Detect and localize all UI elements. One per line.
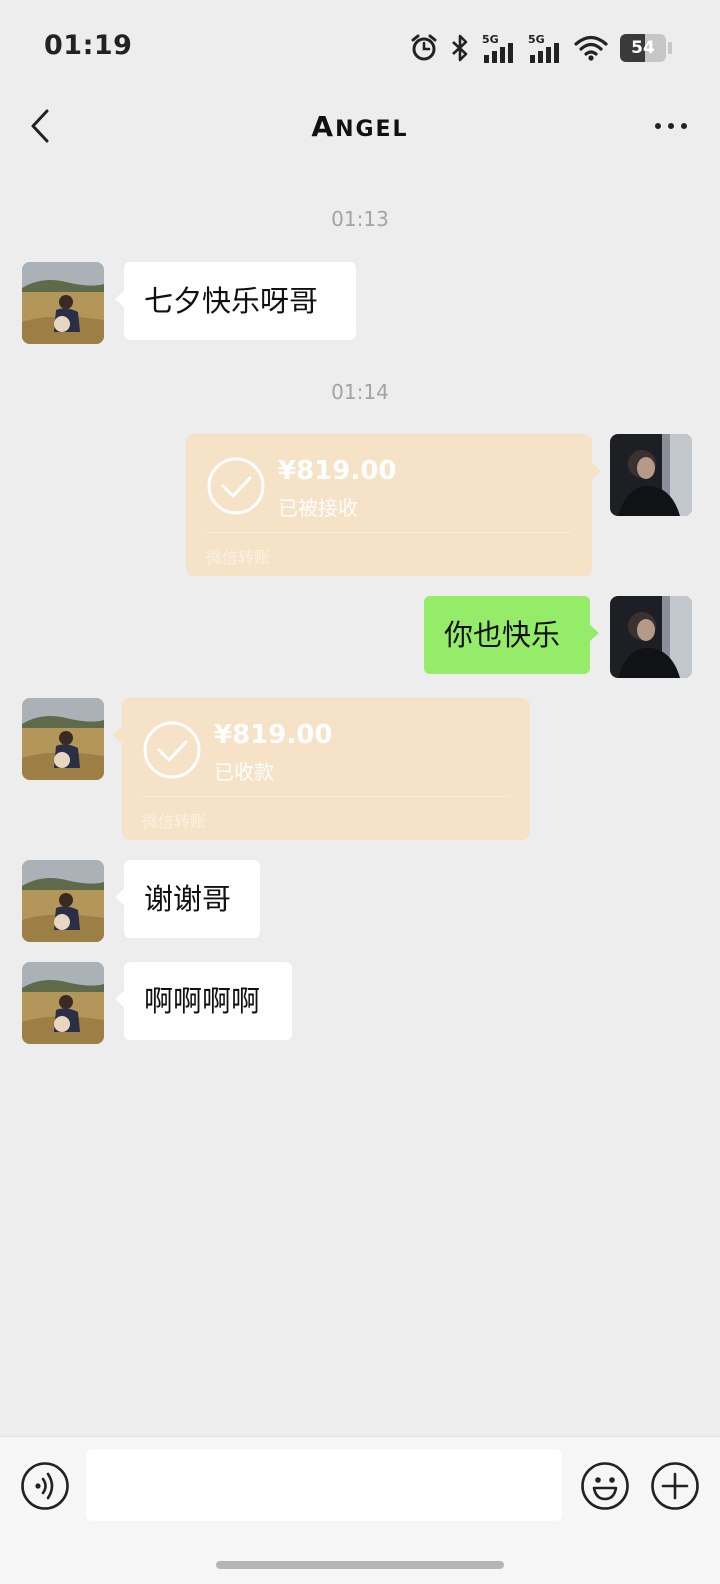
avatar-contact[interactable] [22, 860, 104, 942]
more-button[interactable] [646, 106, 696, 146]
wifi-icon [574, 35, 608, 61]
chat-title-initial: A [311, 110, 336, 143]
transfer-status: 已收款 [214, 760, 274, 784]
message-text: 啊啊啊啊 [144, 983, 261, 1018]
timestamp: 01:14 [331, 380, 389, 404]
signal-5g-icon: 5G [528, 33, 559, 63]
transfer-divider [142, 796, 510, 797]
message-bubble[interactable]: 七夕快乐呀哥 [115, 262, 356, 340]
avatar-contact-image [22, 698, 104, 780]
bubble-tail [115, 290, 125, 308]
plus-icon[interactable] [650, 1461, 700, 1511]
avatar-contact[interactable] [22, 698, 104, 780]
bubble-tail [591, 462, 601, 480]
bubble-tail [589, 624, 599, 642]
avatar-self-image [610, 596, 692, 678]
avatar-contact-image [22, 262, 104, 344]
message-text: 谢谢哥 [144, 881, 232, 916]
check-circle-icon [143, 721, 201, 779]
message-bubble[interactable]: 啊啊啊啊 [115, 962, 292, 1040]
network-label-1: 5G [482, 33, 499, 46]
avatar-contact[interactable] [22, 262, 104, 344]
transfer-card-received[interactable]: ¥819.00 已收款 微信转账 [113, 698, 530, 840]
avatar-contact[interactable] [22, 962, 104, 1044]
voice-icon[interactable] [20, 1461, 70, 1511]
status-icons: 5G 5G 54 [410, 30, 672, 66]
battery-icon: 54 [620, 34, 666, 62]
status-time: 01:19 [44, 30, 133, 61]
transfer-status: 已被接收 [278, 496, 358, 520]
battery-tip [668, 42, 672, 54]
bubble-tail [113, 726, 123, 744]
message-text: 你也快乐 [444, 617, 561, 652]
bluetooth-icon [452, 34, 468, 62]
message-text: 七夕快乐呀哥 [144, 283, 319, 318]
network-label-2: 5G [528, 33, 545, 46]
more-dots-icon [655, 123, 687, 129]
transfer-amount: ¥819.00 [214, 720, 333, 750]
chat-title-rest: NGEL [335, 117, 409, 142]
home-indicator[interactable] [216, 1561, 504, 1569]
transfer-amount: ¥819.00 [278, 456, 397, 486]
check-circle-icon [207, 457, 265, 515]
transfer-label: 微信转账 [206, 548, 271, 567]
status-bar: 01:19 5G 5G 54 [0, 0, 720, 96]
avatar-self[interactable] [610, 434, 692, 516]
avatar-self[interactable] [610, 596, 692, 678]
timestamp: 01:13 [331, 207, 389, 231]
nav-bar: ANGEL [0, 96, 720, 162]
transfer-label: 微信转账 [142, 812, 207, 831]
emoji-icon[interactable] [580, 1461, 630, 1511]
avatar-contact-image [22, 962, 104, 1044]
avatar-self-image [610, 434, 692, 516]
message-bubble[interactable]: 谢谢哥 [115, 860, 260, 938]
chat-title: ANGEL [0, 110, 720, 143]
transfer-card-sent[interactable]: ¥819.00 已被接收 微信转账 [186, 434, 601, 576]
message-input[interactable] [86, 1449, 562, 1521]
battery-percent: 54 [631, 38, 655, 58]
message-bubble[interactable]: 你也快乐 [424, 596, 599, 674]
avatar-contact-image [22, 860, 104, 942]
alarm-icon [411, 34, 437, 61]
bubble-tail [115, 888, 125, 906]
bubble-tail [115, 990, 125, 1008]
signal-5g-icon: 5G [482, 33, 513, 63]
transfer-divider [206, 532, 572, 533]
